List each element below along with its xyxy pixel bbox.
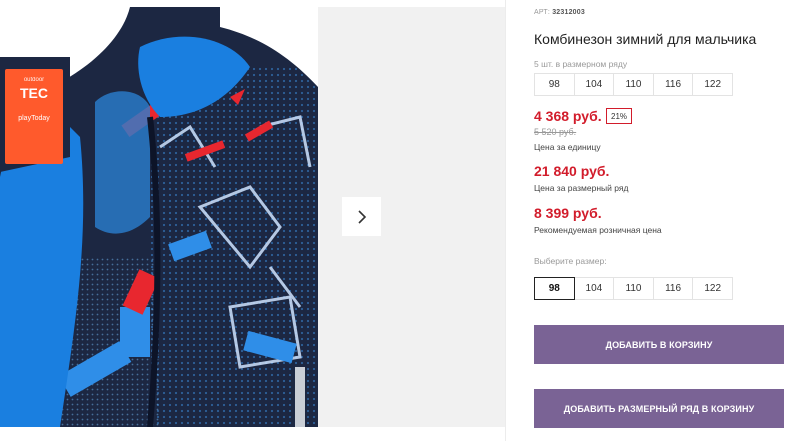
panel-divider	[505, 0, 506, 441]
size-option-104[interactable]: 104	[573, 277, 615, 300]
retail-price-caption: Рекомендуемая розничная цена	[534, 225, 662, 235]
jumpsuit-image	[0, 7, 318, 427]
next-image-button[interactable]	[342, 197, 381, 236]
row-size-98: 98	[534, 73, 575, 96]
size-option-116[interactable]: 116	[652, 277, 694, 300]
add-size-row-to-cart-button[interactable]: ДОБАВИТЬ РАЗМЕРНЫЙ РЯД В КОРЗИНУ	[534, 389, 784, 428]
article-number: АРТ: 32312003	[534, 9, 585, 16]
size-row-price-caption: Цена за размерный ряд	[534, 183, 629, 193]
row-size-104: 104	[573, 73, 615, 96]
product-gallery: outdoor TEC playToday	[0, 0, 505, 441]
size-row-list: 98 104 110 116 122	[534, 73, 733, 96]
choose-size-label: Выберите размер:	[534, 256, 607, 266]
row-size-110: 110	[613, 73, 654, 96]
discount-badge: 21%	[606, 108, 633, 124]
size-option-98[interactable]: 98	[534, 277, 575, 300]
size-selector: 98 104 110 116 122	[534, 277, 733, 300]
old-price: 5 520 руб.	[534, 127, 577, 137]
brand-tag: outdoor TEC playToday	[10, 77, 58, 122]
row-size-122: 122	[692, 73, 733, 96]
article-label: АРТ:	[534, 9, 551, 16]
retail-price: 8 399 руб.	[534, 205, 602, 221]
product-photo[interactable]: outdoor TEC playToday	[0, 7, 318, 427]
size-option-110[interactable]: 110	[613, 277, 654, 300]
row-size-116: 116	[652, 73, 694, 96]
chevron-right-icon	[357, 209, 366, 224]
unit-price: 4 368 руб.	[534, 108, 602, 124]
size-option-122[interactable]: 122	[692, 277, 733, 300]
product-title: Комбинезон зимний для мальчика	[534, 31, 757, 47]
size-row-info: 5 шт. в размерном ряду	[534, 59, 628, 69]
brand-tag-top: outdoor	[23, 77, 45, 83]
brand-tag-name: playToday	[18, 115, 50, 122]
brand-tag-logo: TEC	[20, 85, 48, 101]
unit-price-caption: Цена за единицу	[534, 142, 601, 152]
size-row-price: 21 840 руб.	[534, 163, 610, 179]
add-to-cart-button[interactable]: ДОБАВИТЬ В КОРЗИНУ	[534, 325, 784, 364]
article-value: 32312003	[552, 9, 585, 16]
